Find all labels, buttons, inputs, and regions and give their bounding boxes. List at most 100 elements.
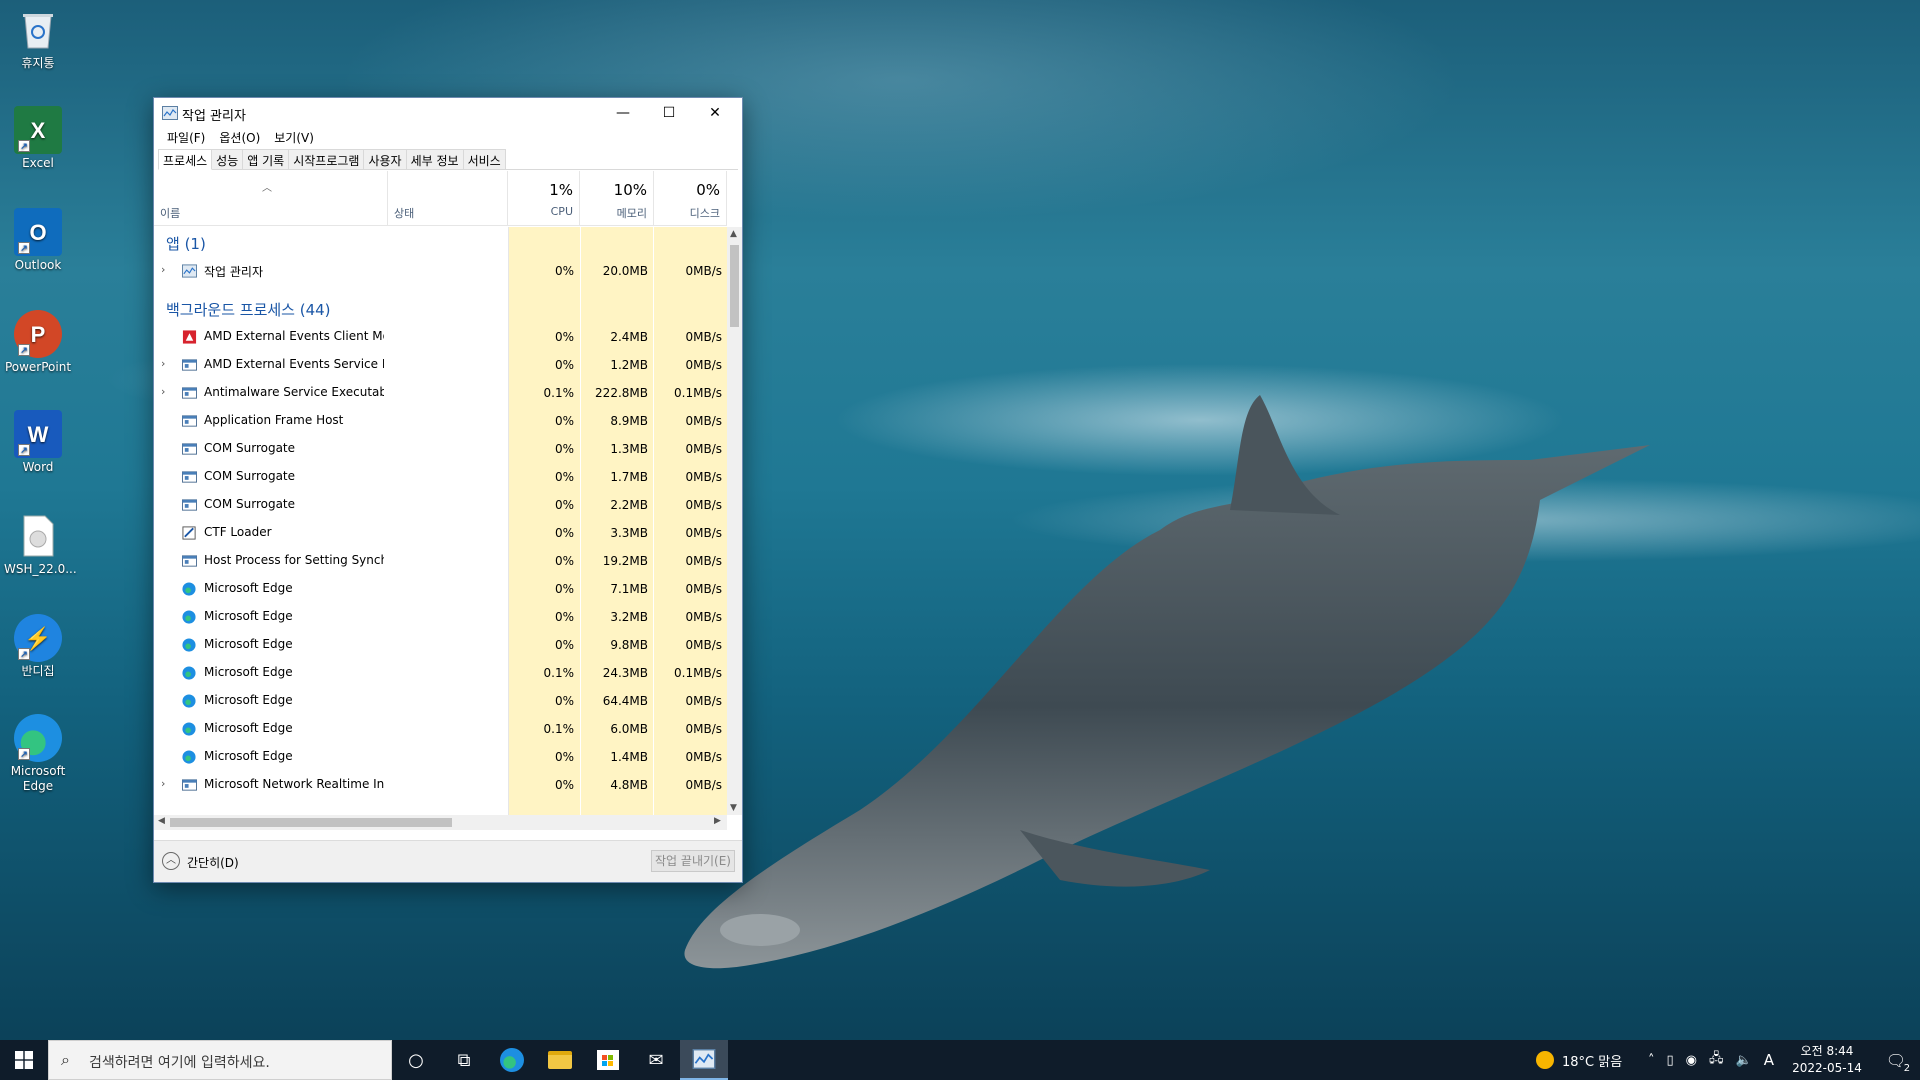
process-row[interactable]: › Microsoft Network Realtime Ins... 0% 4.8M… [154,771,727,799]
process-row[interactable]: Application Frame Host 0% 8.9MB 0MB/s [154,407,727,435]
process-row[interactable]: CTF Loader 0% 3.3MB 0MB/s [154,519,727,547]
group-background-header: 백그라운드 프로세스 (44) [166,301,331,319]
scrollbar-thumb[interactable] [170,818,452,827]
bandizip-icon: ⚡ ↗ [14,614,62,662]
process-disk: 0MB/s [685,442,722,456]
task-manager-icon [182,264,197,278]
column-name[interactable]: 이름 [154,171,388,226]
process-row[interactable]: COM Surrogate 0% 1.3MB 0MB/s [154,435,727,463]
taskbar-file-explorer[interactable] [536,1040,584,1080]
process-row[interactable]: Microsoft Edge 0% 3.2MB 0MB/s [154,603,727,631]
desktop-icon-edge[interactable]: ↗ Microsoft Edge [4,714,72,794]
process-list[interactable]: 앱 (1) 백그라운드 프로세스 (44) › 작업 관리자 0% 20.0MB 0MB… [154,227,727,815]
taskbar-task-manager[interactable] [680,1040,728,1080]
menu-options[interactable]: 옵션(O) [212,127,267,147]
outlook-icon: O ↗ [14,208,62,256]
process-row[interactable]: › Antimalware Service Executable 0.1% 222.8… [154,379,727,407]
taskbar-edge[interactable] [488,1040,536,1080]
menu-file[interactable]: 파일(F) [160,127,212,147]
edge-icon [182,666,197,680]
edge-icon [182,750,197,764]
vertical-scrollbar[interactable]: ▲ ▼ [727,227,742,815]
task-manager-window: 작업 관리자 — ☐ ✕ 파일(F) 옵션(O) 보기(V) 프로세스 성능 앱… [153,97,743,883]
process-memory: 1.4MB [610,750,648,764]
process-name: COM Surrogate [204,497,296,511]
process-row[interactable]: › AMD External Events Service M... 0% 1.2MB… [154,351,727,379]
chevron-up-icon[interactable]: ︿ [162,852,180,870]
service-icon [182,470,197,484]
chevron-right-icon[interactable]: › [161,777,165,790]
desktop-icon-recycle-bin[interactable]: 휴지통 [4,6,72,71]
process-row[interactable]: Microsoft Edge 0.1% 24.3MB 0.1MB/s [154,659,727,687]
desktop-icon-label: Outlook [14,258,62,272]
tab-services[interactable]: 서비스 [462,149,506,169]
desktop-icon-wsh-file[interactable]: WSH_22.0... [4,512,77,577]
process-row[interactable]: COM Surrogate 0% 1.7MB 0MB/s [154,463,727,491]
process-row[interactable]: Microsoft Edge 0% 1.4MB 0MB/s [154,743,727,771]
process-row[interactable]: Microsoft Edge 0% 7.1MB 0MB/s [154,575,727,603]
clock-time: 오전 8:44 [1800,1044,1854,1058]
desktop-icon-label: Microsoft Edge [10,764,66,793]
tab-processes[interactable]: 프로세스 [158,149,213,170]
process-row[interactable]: › 작업 관리자 0% 20.0MB 0MB/s [154,257,727,285]
desktop-icon-powerpoint[interactable]: P ↗ PowerPoint [4,310,72,375]
menu-view[interactable]: 보기(V) [267,127,321,147]
taskbar-mail[interactable]: ✉ [632,1040,680,1080]
process-cpu: 0.1% [543,666,575,680]
weather-text: 18°C 맑음 [1562,1054,1623,1070]
fewer-details-link[interactable]: 간단히(D) [187,854,239,871]
menu-bar: 파일(F) 옵션(O) 보기(V) [160,127,321,147]
desktop-icon-word[interactable]: W ↗ Word [4,410,72,475]
desktop-icon-bandizip[interactable]: ⚡ ↗ 반디집 [4,614,72,679]
column-cpu[interactable]: 1% CPU [508,171,580,226]
column-status[interactable]: 상태 [388,171,508,226]
tab-startup[interactable]: 시작프로그램 [288,149,365,169]
close-button[interactable]: ✕ [692,98,738,128]
column-disk[interactable]: 0% 디스크 [654,171,727,226]
weather-widget[interactable]: 18°C 맑음 [1536,1040,1622,1080]
minimize-button[interactable]: — [600,98,646,128]
start-button[interactable] [0,1040,48,1080]
maximize-button[interactable]: ☐ [646,98,692,128]
desktop-icon-outlook[interactable]: O ↗ Outlook [4,208,72,273]
title-bar[interactable]: 작업 관리자 — ☐ ✕ [154,98,742,128]
scroll-left-icon[interactable]: ◀ [158,816,165,826]
scroll-up-icon[interactable]: ▲ [730,229,737,239]
process-row[interactable]: Microsoft Edge 0% 9.8MB 0MB/s [154,631,727,659]
end-task-button[interactable]: 작업 끝내기(E) [651,850,735,872]
process-row[interactable]: Microsoft Edge 0.1% 6.0MB 0MB/s [154,715,727,743]
task-view-button[interactable]: ⧉ [440,1040,488,1080]
tab-users[interactable]: 사용자 [363,149,407,169]
taskbar-search[interactable]: ⌕ 검색하려면 여기에 입력하세요. [48,1040,392,1080]
desktop-icon-excel[interactable]: X ↗ Excel [4,106,72,171]
process-cpu: 0.1% [543,722,575,736]
network-icon[interactable]: 🖧 [1709,1049,1724,1071]
chevron-up-icon[interactable]: ˄ [1648,1053,1655,1068]
process-memory: 8.9MB [610,414,648,428]
process-row[interactable]: COM Surrogate 0% 2.2MB 0MB/s [154,491,727,519]
process-name: COM Surrogate [204,441,296,455]
volume-icon[interactable]: 🔈 [1736,1053,1752,1068]
tab-performance[interactable]: 성능 [211,149,244,169]
column-memory[interactable]: 10% 메모리 [580,171,654,226]
chevron-right-icon[interactable]: › [161,385,165,398]
process-row[interactable]: Host Process for Setting Synch... 0% 19.2M… [154,547,727,575]
scroll-right-icon[interactable]: ▶ [714,816,721,826]
ime-indicator[interactable]: A [1764,1051,1774,1069]
process-row[interactable]: AMD External Events Client Mo... 0% 2.4MB 0… [154,323,727,351]
tab-app-history[interactable]: 앱 기록 [242,149,290,169]
notification-center-button[interactable]: 🗨 2 [1872,1040,1920,1080]
camera-icon[interactable]: ◉ [1686,1053,1697,1068]
horizontal-scrollbar[interactable]: ◀ ▶ [154,815,727,830]
tablet-icon[interactable]: ▯ [1667,1053,1674,1068]
process-row[interactable]: Microsoft Edge 0% 64.4MB 0MB/s [154,687,727,715]
cortana-button[interactable]: ○ [392,1040,440,1080]
group-apps-header: 앱 (1) [166,235,206,253]
taskbar-store[interactable] [584,1040,632,1080]
chevron-right-icon[interactable]: › [161,263,165,276]
clock[interactable]: 오전 8:44 2022-05-14 [1786,1043,1868,1077]
chevron-right-icon[interactable]: › [161,357,165,370]
scrollbar-thumb[interactable] [730,245,739,327]
tab-details[interactable]: 세부 정보 [405,149,464,169]
scroll-down-icon[interactable]: ▼ [730,803,737,813]
